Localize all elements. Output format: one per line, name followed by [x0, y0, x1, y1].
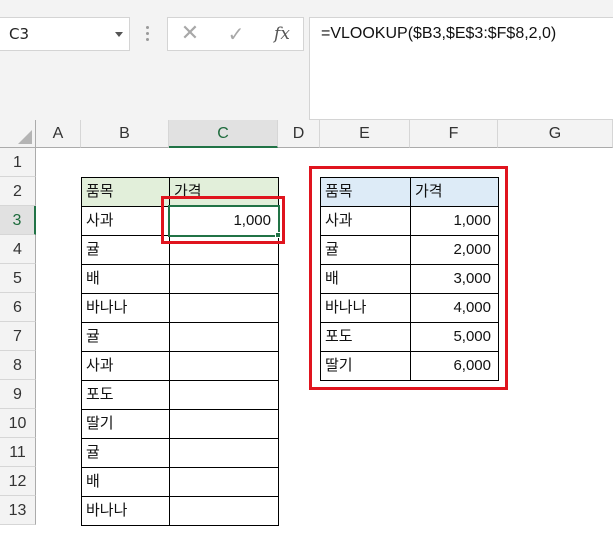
left-table-item-cell[interactable]: 딸기 — [81, 409, 170, 439]
left-table-item-cell[interactable]: 배 — [81, 467, 170, 497]
row-header-1[interactable]: 1 — [0, 148, 36, 177]
left-table-price-cell[interactable] — [169, 264, 279, 294]
column-header-e[interactable]: E — [320, 120, 410, 148]
left-table-item-cell[interactable]: 사과 — [81, 351, 170, 381]
fill-handle[interactable] — [275, 232, 281, 238]
lookup-table-item-cell[interactable]: 포도 — [320, 322, 411, 352]
formula-buttons: ✕ ✓ fx — [167, 17, 304, 51]
column-header-c[interactable]: C — [169, 120, 278, 148]
row-header-5[interactable]: 5 — [0, 264, 36, 293]
left-table-price-cell[interactable] — [169, 409, 279, 439]
left-table-price-cell[interactable] — [169, 293, 279, 323]
cancel-icon[interactable]: ✕ — [176, 20, 204, 48]
left-table-price-cell[interactable] — [169, 438, 279, 468]
lookup-table-price-cell[interactable]: 1,000 — [410, 206, 499, 236]
left-table-item-cell[interactable]: 바나나 — [81, 293, 170, 323]
lookup-table-price-cell[interactable]: 5,000 — [410, 322, 499, 352]
left-table-price-cell[interactable] — [169, 235, 279, 265]
name-box[interactable]: C3 — [0, 17, 130, 51]
column-header-f[interactable]: F — [410, 120, 498, 148]
column-header-b[interactable]: B — [81, 120, 169, 148]
column-header-d[interactable]: D — [278, 120, 320, 148]
left-table-item-cell[interactable]: 귤 — [81, 438, 170, 468]
lookup-table-price-cell[interactable]: 2,000 — [410, 235, 499, 265]
row-header-4[interactable]: 4 — [0, 235, 36, 264]
chevron-down-icon[interactable] — [115, 32, 123, 37]
formula-input[interactable]: =VLOOKUP($B3,$E$3:$F$8,2,0) — [309, 17, 613, 120]
select-all-button[interactable] — [0, 120, 36, 148]
row-header-8[interactable]: 8 — [0, 351, 36, 380]
left-table-price-cell[interactable] — [169, 467, 279, 497]
row-header-7[interactable]: 7 — [0, 322, 36, 351]
lookup-table-header-item[interactable]: 품목 — [320, 177, 411, 207]
insert-function-icon[interactable]: fx — [268, 20, 296, 48]
formula-bar-area: C3 ✕ ✓ fx =VLOOKUP($B3,$E$3:$F$8,2,0) — [0, 0, 613, 120]
lookup-table-price-cell[interactable]: 4,000 — [410, 293, 499, 323]
lookup-table-price-cell[interactable]: 3,000 — [410, 264, 499, 294]
row-header-3[interactable]: 3 — [0, 206, 36, 235]
lookup-table-header-price[interactable]: 가격 — [410, 177, 499, 207]
left-table-header-item[interactable]: 품목 — [81, 177, 170, 207]
column-header-a[interactable]: A — [36, 120, 81, 148]
name-box-value: C3 — [9, 25, 30, 43]
row-header-13[interactable]: 13 — [0, 496, 36, 525]
left-table-price-cell[interactable]: 1,000 — [169, 206, 279, 236]
left-table-item-cell[interactable]: 귤 — [81, 322, 170, 352]
left-table-price-cell[interactable] — [169, 496, 279, 526]
spreadsheet-grid[interactable]: A B C D E F G 1 2 3 4 5 6 7 8 9 10 11 12 13 품목 가격 사과 1,000 귤 배 바나나… — [0, 120, 613, 541]
select-all-icon — [18, 130, 32, 144]
lookup-table-item-cell[interactable]: 바나나 — [320, 293, 411, 323]
left-table-price-cell[interactable] — [169, 380, 279, 410]
row-header-9[interactable]: 9 — [0, 380, 36, 409]
lookup-table-item-cell[interactable]: 딸기 — [320, 351, 411, 381]
left-table-item-cell[interactable]: 배 — [81, 264, 170, 294]
enter-icon[interactable]: ✓ — [222, 20, 250, 48]
left-table-price-cell[interactable] — [169, 351, 279, 381]
row-header-2[interactable]: 2 — [0, 177, 36, 206]
row-header-12[interactable]: 12 — [0, 467, 36, 496]
lookup-table-item-cell[interactable]: 귤 — [320, 235, 411, 265]
lookup-table-item-cell[interactable]: 배 — [320, 264, 411, 294]
row-header-6[interactable]: 6 — [0, 293, 36, 322]
row-header-11[interactable]: 11 — [0, 438, 36, 467]
row-header-10[interactable]: 10 — [0, 409, 36, 438]
left-table-header-price[interactable]: 가격 — [169, 177, 279, 207]
left-table-item-cell[interactable]: 귤 — [81, 235, 170, 265]
formula-text: =VLOOKUP($B3,$E$3:$F$8,2,0) — [321, 25, 557, 42]
left-table-item-cell[interactable]: 포도 — [81, 380, 170, 410]
left-table-item-cell[interactable]: 사과 — [81, 206, 170, 236]
left-table-price-cell[interactable] — [169, 322, 279, 352]
resize-handle-icon[interactable] — [145, 24, 151, 44]
left-table-item-cell[interactable]: 바나나 — [81, 496, 170, 526]
lookup-table-item-cell[interactable]: 사과 — [320, 206, 411, 236]
lookup-table-price-cell[interactable]: 6,000 — [410, 351, 499, 381]
column-header-g[interactable]: G — [498, 120, 613, 148]
